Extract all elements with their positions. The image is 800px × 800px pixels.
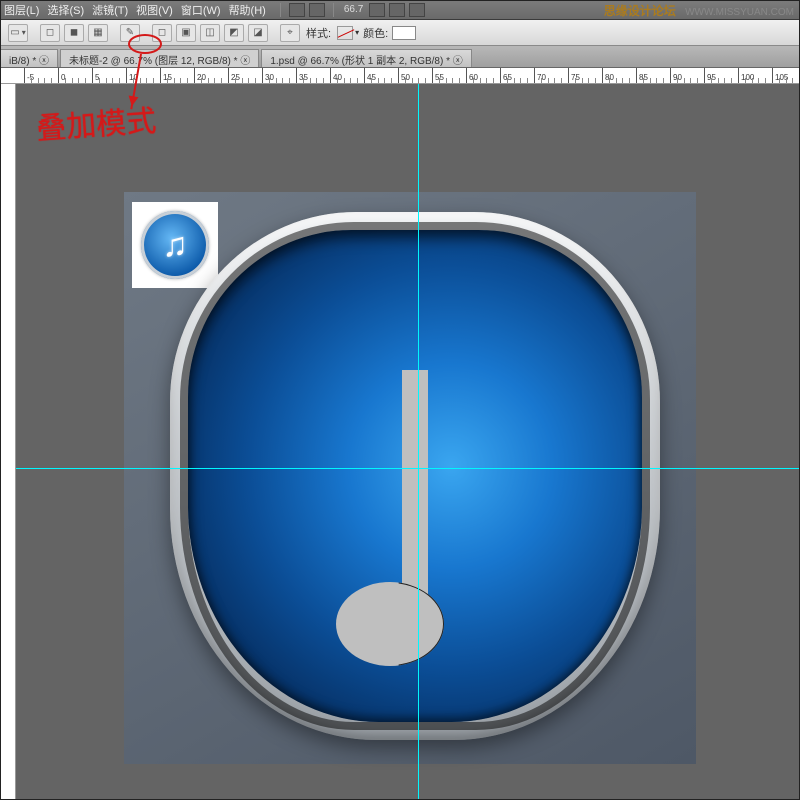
snap-icon[interactable]: ⌖ bbox=[280, 24, 300, 42]
combine-subtract-icon[interactable]: ◫ bbox=[200, 24, 220, 42]
separator bbox=[280, 3, 281, 17]
menu-layer[interactable]: 图层(L) bbox=[4, 2, 39, 18]
fill-mode-icon[interactable]: ▦ bbox=[88, 24, 108, 42]
color-well[interactable] bbox=[392, 26, 416, 40]
canvas-viewport[interactable]: ♫ bbox=[16, 84, 800, 800]
hand-tool-icon[interactable] bbox=[389, 3, 405, 17]
document-tab[interactable]: 未标题-2 @ 66.7% (图层 12, RGB/8) * ⓧ bbox=[60, 49, 259, 67]
itunes-icon: ♫ bbox=[141, 211, 209, 279]
watermark: 思缘设计论坛 WWW.MISSYUAN.COM bbox=[604, 2, 794, 19]
tab-label: 未标题-2 @ 66.7% (图层 12, RGB/8) * ⓧ bbox=[69, 52, 250, 67]
tool-preset-icon[interactable]: ▭ bbox=[8, 24, 28, 42]
menu-window[interactable]: 窗口(W) bbox=[181, 2, 221, 18]
ruler-horizontal[interactable]: -505101520253035404550556065707580859095… bbox=[0, 68, 800, 84]
guide-horizontal[interactable] bbox=[16, 468, 800, 469]
document-tab[interactable]: iB/8) * ⓧ bbox=[0, 49, 58, 67]
annotation-circle bbox=[128, 34, 162, 54]
menu-help[interactable]: 帮助(H) bbox=[229, 2, 266, 18]
stage: ♫ bbox=[0, 84, 800, 800]
combine-exclude-icon[interactable]: ◪ bbox=[248, 24, 268, 42]
reference-thumbnail: ♫ bbox=[132, 202, 218, 288]
workspace-dropdown-icon[interactable] bbox=[309, 3, 325, 17]
ruler-vertical[interactable] bbox=[0, 84, 16, 800]
tab-label: iB/8) * ⓧ bbox=[9, 52, 49, 67]
menu-view[interactable]: 视图(V) bbox=[136, 2, 173, 18]
menu-select[interactable]: 选择(S) bbox=[47, 2, 84, 18]
style-swatch-none-icon[interactable] bbox=[337, 26, 353, 40]
style-label: 样式: bbox=[306, 25, 331, 41]
arrange-dropdown-icon[interactable] bbox=[409, 3, 425, 17]
document-tabbar: iB/8) * ⓧ 未标题-2 @ 66.7% (图层 12, RGB/8) *… bbox=[0, 46, 800, 68]
music-note-icon: ♫ bbox=[162, 226, 188, 265]
shape-mode-icon[interactable]: ◼ bbox=[64, 24, 84, 42]
zoom-level[interactable]: 66.7 bbox=[344, 4, 363, 15]
combine-intersect-icon[interactable]: ◩ bbox=[224, 24, 244, 42]
guide-vertical[interactable] bbox=[418, 84, 419, 800]
combine-add-icon[interactable]: ▣ bbox=[176, 24, 196, 42]
menu-filter[interactable]: 滤镜(T) bbox=[92, 2, 128, 18]
separator bbox=[333, 3, 334, 17]
screen-mode-icon[interactable] bbox=[289, 3, 305, 17]
color-label: 颜色: bbox=[363, 25, 388, 41]
path-mode-icon[interactable]: ◻ bbox=[40, 24, 60, 42]
watermark-brand: 思缘设计论坛 bbox=[604, 4, 676, 18]
document-tab[interactable]: 1.psd @ 66.7% (形状 1 副本 2, RGB/8) * ⓧ bbox=[261, 49, 471, 67]
watermark-url: WWW.MISSYUAN.COM bbox=[685, 7, 794, 18]
tab-label: 1.psd @ 66.7% (形状 1 副本 2, RGB/8) * ⓧ bbox=[270, 52, 462, 67]
zoom-dropdown-icon[interactable] bbox=[369, 3, 385, 17]
options-bar: ▭ ◻ ◼ ▦ ✎ ◻ ▣ ◫ ◩ ◪ ⌖ 样式: ▾ 颜色: bbox=[0, 20, 800, 46]
annotation-text: 叠加模式 bbox=[35, 96, 158, 148]
